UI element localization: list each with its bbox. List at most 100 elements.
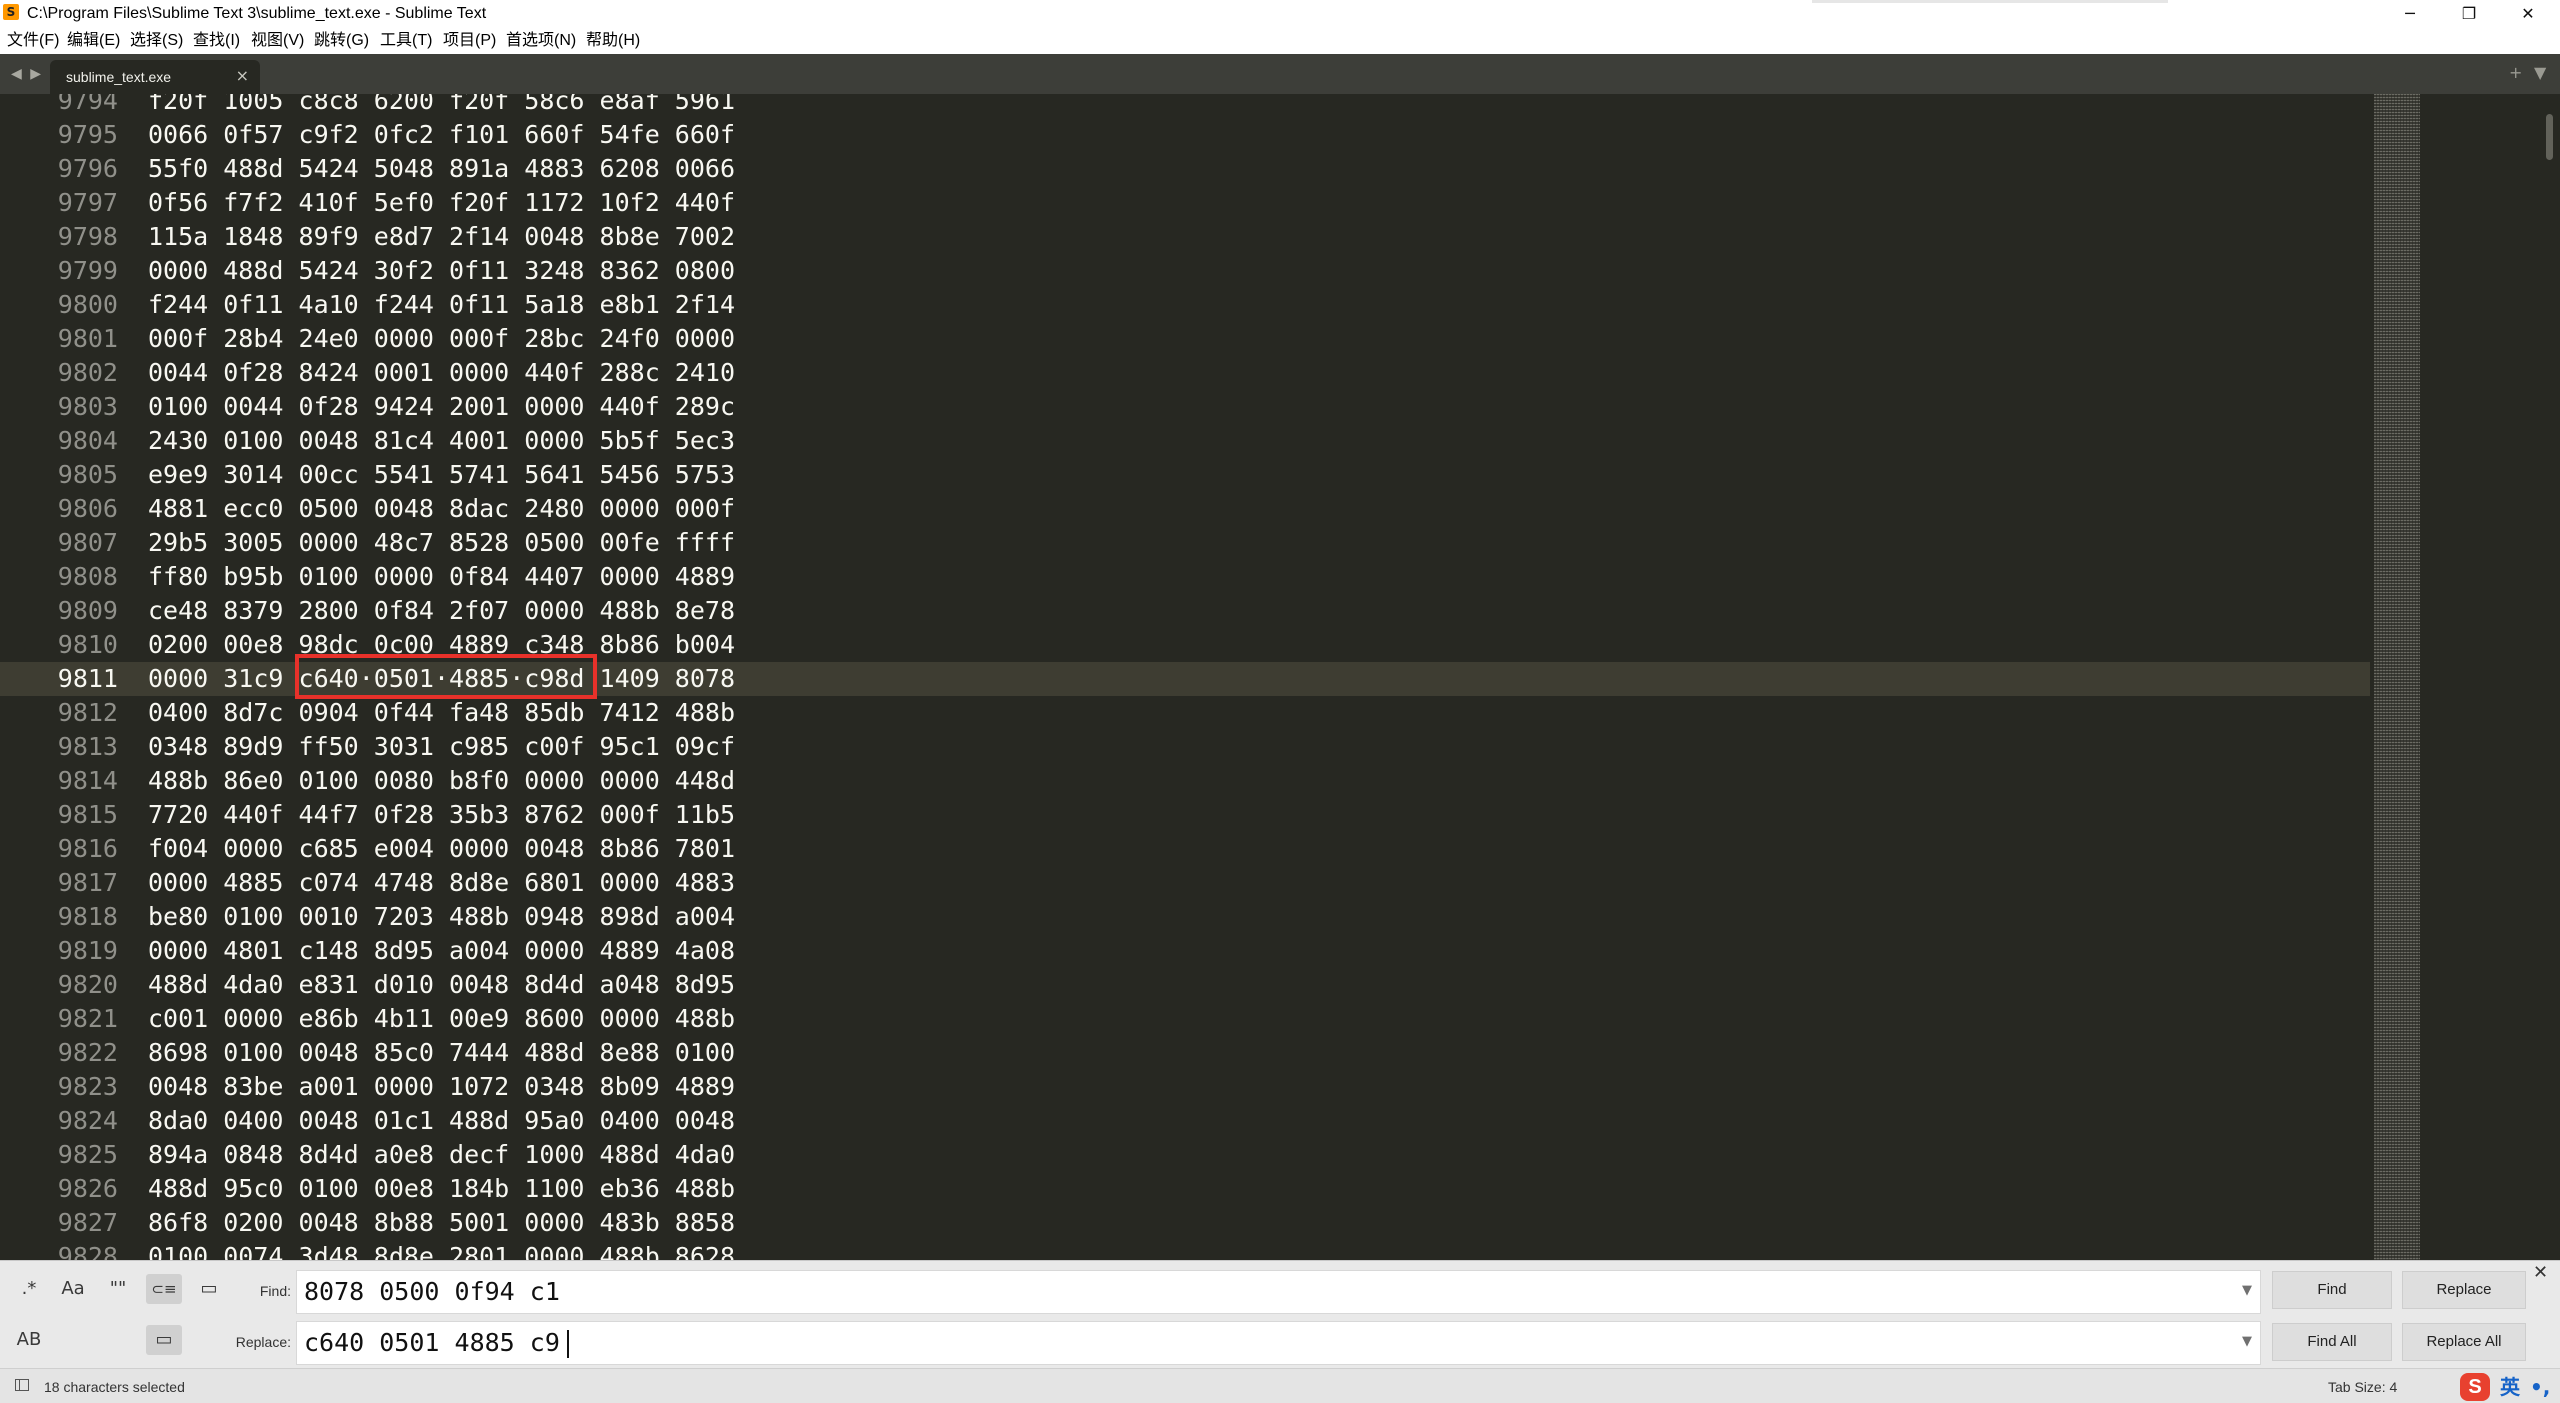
minimap[interactable] — [2374, 94, 2420, 1260]
code-text[interactable]: c001 0000 e86b 4b11 00e9 8600 0000 488b — [148, 1002, 735, 1036]
code-text[interactable]: ff80 b95b 0100 0000 0f84 4407 0000 4889 — [148, 560, 735, 594]
replace-all-button[interactable]: Replace All — [2402, 1323, 2526, 1361]
code-text[interactable]: 8da0 0400 0048 01c1 488d 95a0 0400 0048 — [148, 1104, 735, 1138]
menu-tools[interactable]: 工具(T) — [380, 31, 432, 51]
ime-language-indicator[interactable]: 英 — [2500, 1375, 2520, 1399]
code-line[interactable]: 9800 f244 0f11 4a10 f244 0f11 5a18 e8b1 2… — [0, 288, 2370, 322]
code-line[interactable]: 9827 86f8 0200 0048 8b88 5001 0000 483b 8… — [0, 1206, 2370, 1240]
code-text[interactable]: ce48 8379 2800 0f84 2f07 0000 488b 8e78 — [148, 594, 735, 628]
code-text[interactable]: 488d 4da0 e831 d010 0048 8d4d a048 8d95 — [148, 968, 735, 1002]
code-text[interactable]: f004 0000 c685 e004 0000 0048 8b86 7801 — [148, 832, 735, 866]
close-panel-icon[interactable]: ✕ — [2533, 1263, 2548, 1283]
code-line[interactable]: 9825 894a 0848 8d4d a0e8 decf 1000 488d 4… — [0, 1138, 2370, 1172]
vertical-scrollbar[interactable] — [2546, 114, 2553, 160]
code-text[interactable]: 894a 0848 8d4d a0e8 decf 1000 488d 4da0 — [148, 1138, 735, 1172]
menu-goto[interactable]: 跳转(G) — [314, 31, 369, 51]
code-line[interactable]: 9818 be80 0100 0010 7203 488b 0948 898d a… — [0, 900, 2370, 934]
ime-punctuation-indicator[interactable]: •, — [2530, 1375, 2550, 1399]
code-text[interactable]: 0048 83be a001 0000 1072 0348 8b09 4889 — [148, 1070, 735, 1104]
code-text[interactable]: 86f8 0200 0048 8b88 5001 0000 483b 8858 — [148, 1206, 735, 1240]
replace-input[interactable]: c640 0501 4885 c9 ▼ — [296, 1321, 2261, 1365]
regex-toggle[interactable]: .* — [11, 1274, 47, 1304]
tab-size-indicator[interactable]: Tab Size: 4 — [2328, 1379, 2397, 1395]
code-line[interactable]: 9819 0000 4801 c148 8d95 a004 0000 4889 4… — [0, 934, 2370, 968]
code-text[interactable]: 0000 4885 c074 4748 8d8e 6801 0000 4883 — [148, 866, 735, 900]
code-text[interactable]: 2430 0100 0048 81c4 4001 0000 5b5f 5ec3 — [148, 424, 735, 458]
code-text[interactable]: 55f0 488d 5424 5048 891a 4883 6208 0066 — [148, 152, 735, 186]
code-line[interactable]: 9808 ff80 b95b 0100 0000 0f84 4407 0000 4… — [0, 560, 2370, 594]
code-line[interactable]: 9805 e9e9 3014 00cc 5541 5741 5641 5456 5… — [0, 458, 2370, 492]
menu-help[interactable]: 帮助(H) — [586, 31, 640, 51]
code-line[interactable]: 9801 000f 28b4 24e0 0000 000f 28bc 24f0 0… — [0, 322, 2370, 356]
code-text[interactable]: 0100 0044 0f28 9424 2001 0000 440f 289c — [148, 390, 735, 424]
code-line[interactable]: 9814 488b 86e0 0100 0080 b8f0 0000 0000 4… — [0, 764, 2370, 798]
code-line[interactable]: 9822 8698 0100 0048 85c0 7444 488d 8e88 0… — [0, 1036, 2370, 1070]
code-text[interactable]: 0100 0074 3d48 8d8e 2801 0000 488b 8628 — [148, 1240, 735, 1260]
code-text[interactable]: 0000 488d 5424 30f2 0f11 3248 8362 0800 — [148, 254, 735, 288]
menu-edit[interactable]: 编辑(E) — [67, 31, 120, 51]
code-line[interactable]: 9807 29b5 3005 0000 48c7 8528 0500 00fe f… — [0, 526, 2370, 560]
code-text[interactable]: 115a 1848 89f9 e8d7 2f14 0048 8b8e 7002 — [148, 220, 735, 254]
code-text[interactable]: 0f56 f7f2 410f 5ef0 f20f 1172 10f2 440f — [148, 186, 735, 220]
code-line[interactable]: 9803 0100 0044 0f28 9424 2001 0000 440f 2… — [0, 390, 2370, 424]
code-line[interactable]: 9809 ce48 8379 2800 0f84 2f07 0000 488b 8… — [0, 594, 2370, 628]
code-text[interactable]: 0348 89d9 ff50 3031 c985 c00f 95c1 09cf — [148, 730, 735, 764]
code-text[interactable]: 29b5 3005 0000 48c7 8528 0500 00fe ffff — [148, 526, 735, 560]
code-text[interactable]: 488d 95c0 0100 00e8 184b 1100 eb36 488b — [148, 1172, 735, 1206]
find-all-button[interactable]: Find All — [2272, 1323, 2392, 1361]
code-line[interactable]: 9817 0000 4885 c074 4748 8d8e 6801 0000 4… — [0, 866, 2370, 900]
sidebar-toggle-icon[interactable] — [15, 1379, 29, 1391]
new-tab-icon[interactable]: + — [2509, 64, 2522, 82]
tab-list-icon[interactable]: ▼ — [2534, 64, 2546, 82]
code-text[interactable]: f20f 1005 c8c8 6200 f20f 58c6 e8af 5961 — [148, 94, 735, 118]
highlight-matches-toggle[interactable]: ▭ — [146, 1325, 182, 1355]
code-line[interactable]: 9802 0044 0f28 8424 0001 0000 440f 288c 2… — [0, 356, 2370, 390]
code-line[interactable]: 9806 4881 ecc0 0500 0048 8dac 2480 0000 0… — [0, 492, 2370, 526]
code-text[interactable]: 0400 8d7c 0904 0f44 fa48 85db 7412 488b — [148, 696, 735, 730]
code-line[interactable]: 9804 2430 0100 0048 81c4 4001 0000 5b5f 5… — [0, 424, 2370, 458]
menu-preferences[interactable]: 首选项(N) — [506, 31, 576, 51]
code-text[interactable]: 0066 0f57 c9f2 0fc2 f101 660f 54fe 660f — [148, 118, 735, 152]
find-button[interactable]: Find — [2272, 1271, 2392, 1309]
code-line[interactable]: 9821 c001 0000 e86b 4b11 00e9 8600 0000 4… — [0, 1002, 2370, 1036]
code-text[interactable]: 8698 0100 0048 85c0 7444 488d 8e88 0100 — [148, 1036, 735, 1070]
replace-history-dropdown-icon[interactable]: ▼ — [2242, 1334, 2252, 1350]
code-text[interactable]: 4881 ecc0 0500 0048 8dac 2480 0000 000f — [148, 492, 735, 526]
close-window-button[interactable]: ✕ — [2500, 0, 2556, 28]
tab-close-icon[interactable]: × — [236, 67, 249, 85]
ime-logo-icon[interactable]: S — [2460, 1373, 2490, 1401]
editor-area[interactable]: 9794 f20f 1005 c8c8 6200 f20f 58c6 e8af 5… — [0, 94, 2560, 1260]
code-line[interactable]: 9795 0066 0f57 c9f2 0fc2 f101 660f 54fe 6… — [0, 118, 2370, 152]
menu-file[interactable]: 文件(F) — [7, 31, 59, 51]
code-text[interactable]: 488b 86e0 0100 0080 b8f0 0000 0000 448d — [148, 764, 735, 798]
menu-project[interactable]: 项目(P) — [443, 31, 496, 51]
code-line[interactable]: 9812 0400 8d7c 0904 0f44 fa48 85db 7412 4… — [0, 696, 2370, 730]
code-text[interactable]: f244 0f11 4a10 f244 0f11 5a18 e8b1 2f14 — [148, 288, 735, 322]
code-line[interactable]: 9826 488d 95c0 0100 00e8 184b 1100 eb36 4… — [0, 1172, 2370, 1206]
code-text[interactable]: 0044 0f28 8424 0001 0000 440f 288c 2410 — [148, 356, 735, 390]
minimize-button[interactable]: ─ — [2382, 0, 2438, 28]
code-text[interactable]: e9e9 3014 00cc 5541 5741 5641 5456 5753 — [148, 458, 735, 492]
code-line[interactable]: 9799 0000 488d 5424 30f2 0f11 3248 8362 0… — [0, 254, 2370, 288]
code-text[interactable]: be80 0100 0010 7203 488b 0948 898d a004 — [148, 900, 735, 934]
code-line[interactable]: 9794 f20f 1005 c8c8 6200 f20f 58c6 e8af 5… — [0, 94, 2370, 118]
menu-selection[interactable]: 选择(S) — [130, 31, 183, 51]
code-line[interactable]: 9798 115a 1848 89f9 e8d7 2f14 0048 8b8e 7… — [0, 220, 2370, 254]
wrap-toggle[interactable]: ⊂≡ — [146, 1274, 182, 1304]
code-line[interactable]: 9796 55f0 488d 5424 5048 891a 4883 6208 0… — [0, 152, 2370, 186]
tab-nav-arrows-icon[interactable]: ◀ ▶ — [11, 65, 43, 83]
menu-find[interactable]: 查找(I) — [193, 31, 240, 51]
code-line[interactable]: 9813 0348 89d9 ff50 3031 c985 c00f 95c1 0… — [0, 730, 2370, 764]
find-input[interactable]: 8078 0500 0f94 c1 ▼ — [296, 1270, 2261, 1314]
code-line[interactable]: 9815 7720 440f 44f7 0f28 35b3 8762 000f 1… — [0, 798, 2370, 832]
tab-sublime-text-exe[interactable]: sublime_text.exe × — [50, 60, 260, 94]
code-line[interactable]: 9828 0100 0074 3d48 8d8e 2801 0000 488b 8… — [0, 1240, 2370, 1260]
maximize-button[interactable]: ❐ — [2441, 0, 2497, 28]
case-sensitive-toggle[interactable]: Aa — [55, 1274, 91, 1304]
code-text[interactable]: 7720 440f 44f7 0f28 35b3 8762 000f 11b5 — [148, 798, 735, 832]
preserve-case-toggle[interactable]: AB — [11, 1325, 47, 1355]
code-line[interactable]: 9816 f004 0000 c685 e004 0000 0048 8b86 7… — [0, 832, 2370, 866]
code-line[interactable]: 9824 8da0 0400 0048 01c1 488d 95a0 0400 0… — [0, 1104, 2370, 1138]
code-line[interactable]: 9823 0048 83be a001 0000 1072 0348 8b09 4… — [0, 1070, 2370, 1104]
menu-view[interactable]: 视图(V) — [251, 31, 304, 51]
